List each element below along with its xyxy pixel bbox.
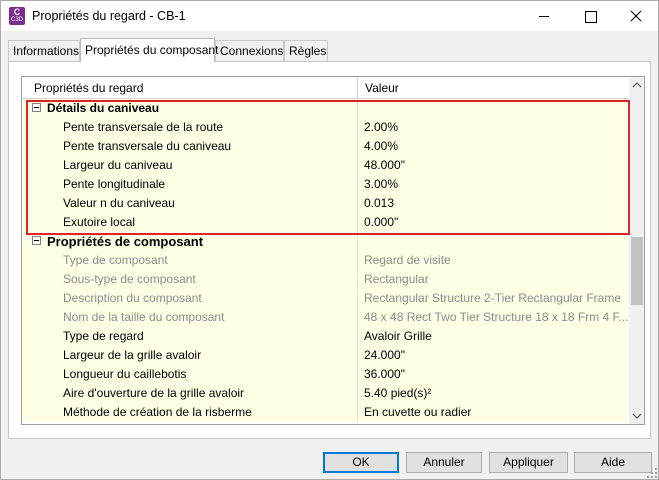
property-grid: Propriétés du regard Valeur Détails du c… <box>21 76 645 425</box>
property-value[interactable]: 2.00% <box>358 118 628 137</box>
property-row[interactable]: Pente longitudinale 3.00% <box>22 175 628 194</box>
property-value: Regard de visite <box>358 251 628 270</box>
property-row[interactable]: Méthode de création de la risberme En cu… <box>22 403 628 422</box>
grid-header: Propriétés du regard Valeur <box>22 77 628 99</box>
property-name: Longueur du caillebotis <box>43 365 358 384</box>
close-icon <box>630 10 642 22</box>
property-row[interactable]: Pente transversale du caniveau 4.00% <box>22 137 628 156</box>
tab-connexions[interactable]: Connexions <box>215 40 284 61</box>
tab-regles[interactable]: Règles <box>284 40 328 61</box>
group-label: Détails du caniveau <box>22 99 358 118</box>
scroll-down-button[interactable] <box>629 407 644 424</box>
property-row[interactable]: Sous-type de composant Rectangular <box>22 270 628 289</box>
header-value[interactable]: Valeur <box>358 77 628 99</box>
property-name: Largeur de la grille avaloir <box>43 346 358 365</box>
property-name: Valeur n du caniveau <box>43 194 358 213</box>
grid-rows: Détails du caniveau Pente transversale d… <box>22 99 628 422</box>
property-row[interactable]: Largeur du caniveau 48.000" <box>22 156 628 175</box>
group-value-empty <box>358 232 628 251</box>
window-title: Propriétés du regard - CB-1 <box>32 9 186 23</box>
scroll-up-button[interactable] <box>629 77 644 94</box>
property-name: Pente transversale du caniveau <box>43 137 358 156</box>
property-value[interactable]: 3.00% <box>358 175 628 194</box>
property-row[interactable]: Pente transversale de la route 2.00% <box>22 118 628 137</box>
help-button[interactable]: Aide <box>574 452 652 473</box>
property-name: Pente transversale de la route <box>43 118 358 137</box>
property-value[interactable]: 36.000" <box>358 365 628 384</box>
property-row[interactable]: Type de composant Regard de visite <box>22 251 628 270</box>
dialog-window: C C3D Propriétés du regard - CB-1 Inform… <box>0 0 659 480</box>
group-value-empty <box>358 99 628 118</box>
property-name: Largeur du caniveau <box>43 156 358 175</box>
scroll-thumb[interactable] <box>631 237 643 305</box>
property-value[interactable]: En cuvette ou radier <box>358 403 628 422</box>
property-value[interactable]: 5.40 pied(s)² <box>358 384 628 403</box>
collapse-toggle-icon[interactable] <box>32 236 41 245</box>
group-row-proprietes-composant[interactable]: Propriétés de composant <box>22 232 628 251</box>
property-value[interactable]: 48.000" <box>358 156 628 175</box>
close-button[interactable] <box>613 1 659 31</box>
group-label: Propriétés de composant <box>22 232 358 251</box>
property-value: Rectangular <box>358 270 628 289</box>
group-row-details-caniveau[interactable]: Détails du caniveau <box>22 99 628 118</box>
property-row[interactable]: Type de regard Avaloir Grille <box>22 327 628 346</box>
cancel-button[interactable]: Annuler <box>406 452 482 473</box>
property-name: Méthode de création de la risberme <box>43 403 358 422</box>
resize-grip-icon[interactable] <box>646 467 658 479</box>
property-row[interactable]: Aire d'ouverture de la grille avaloir 5.… <box>22 384 628 403</box>
property-row[interactable]: Longueur du caillebotis 36.000" <box>22 365 628 384</box>
ok-button[interactable]: OK <box>323 452 399 473</box>
property-name: Pente longitudinale <box>43 175 358 194</box>
chevron-up-icon <box>632 82 642 88</box>
header-property[interactable]: Propriétés du regard <box>22 77 358 99</box>
property-value[interactable]: 24.000" <box>358 346 628 365</box>
property-value[interactable]: 0.000" <box>358 213 628 232</box>
tab-informations[interactable]: Informations <box>8 40 80 61</box>
apply-button[interactable]: Appliquer <box>489 452 568 473</box>
civil3d-app-icon: C C3D <box>9 7 25 25</box>
property-value[interactable]: 0.013 <box>358 194 628 213</box>
property-name: Type de regard <box>43 327 358 346</box>
property-name: Exutoire local <box>43 213 358 232</box>
vertical-scrollbar[interactable] <box>629 77 644 424</box>
title-bar: C C3D Propriétés du regard - CB-1 <box>1 1 658 31</box>
chevron-down-icon <box>632 413 642 419</box>
maximize-button[interactable] <box>567 1 613 31</box>
property-name: Nom de la taille du composant <box>43 308 358 327</box>
property-value[interactable]: 4.00% <box>358 137 628 156</box>
minimize-button[interactable] <box>521 1 567 31</box>
tab-proprietes-composant[interactable]: Propriétés du composant <box>80 38 218 62</box>
property-row[interactable]: Exutoire local 0.000" <box>22 213 628 232</box>
property-row[interactable]: Largeur de la grille avaloir 24.000" <box>22 346 628 365</box>
property-value[interactable]: Avaloir Grille <box>358 327 628 346</box>
property-value: Rectangular Structure 2-Tier Rectangular… <box>358 289 628 308</box>
property-row[interactable]: Description du composant Rectangular Str… <box>22 289 628 308</box>
collapse-toggle-icon[interactable] <box>32 103 41 112</box>
property-row[interactable]: Nom de la taille du composant 48 x 48 Re… <box>22 308 628 327</box>
property-name: Description du composant <box>43 289 358 308</box>
property-row[interactable]: Valeur n du caniveau 0.013 <box>22 194 628 213</box>
property-name: Sous-type de composant <box>43 270 358 289</box>
property-value: 48 x 48 Rect Two Tier Structure 18 x 18 … <box>358 308 628 327</box>
property-name: Aire d'ouverture de la grille avaloir <box>43 384 358 403</box>
property-name: Type de composant <box>43 251 358 270</box>
